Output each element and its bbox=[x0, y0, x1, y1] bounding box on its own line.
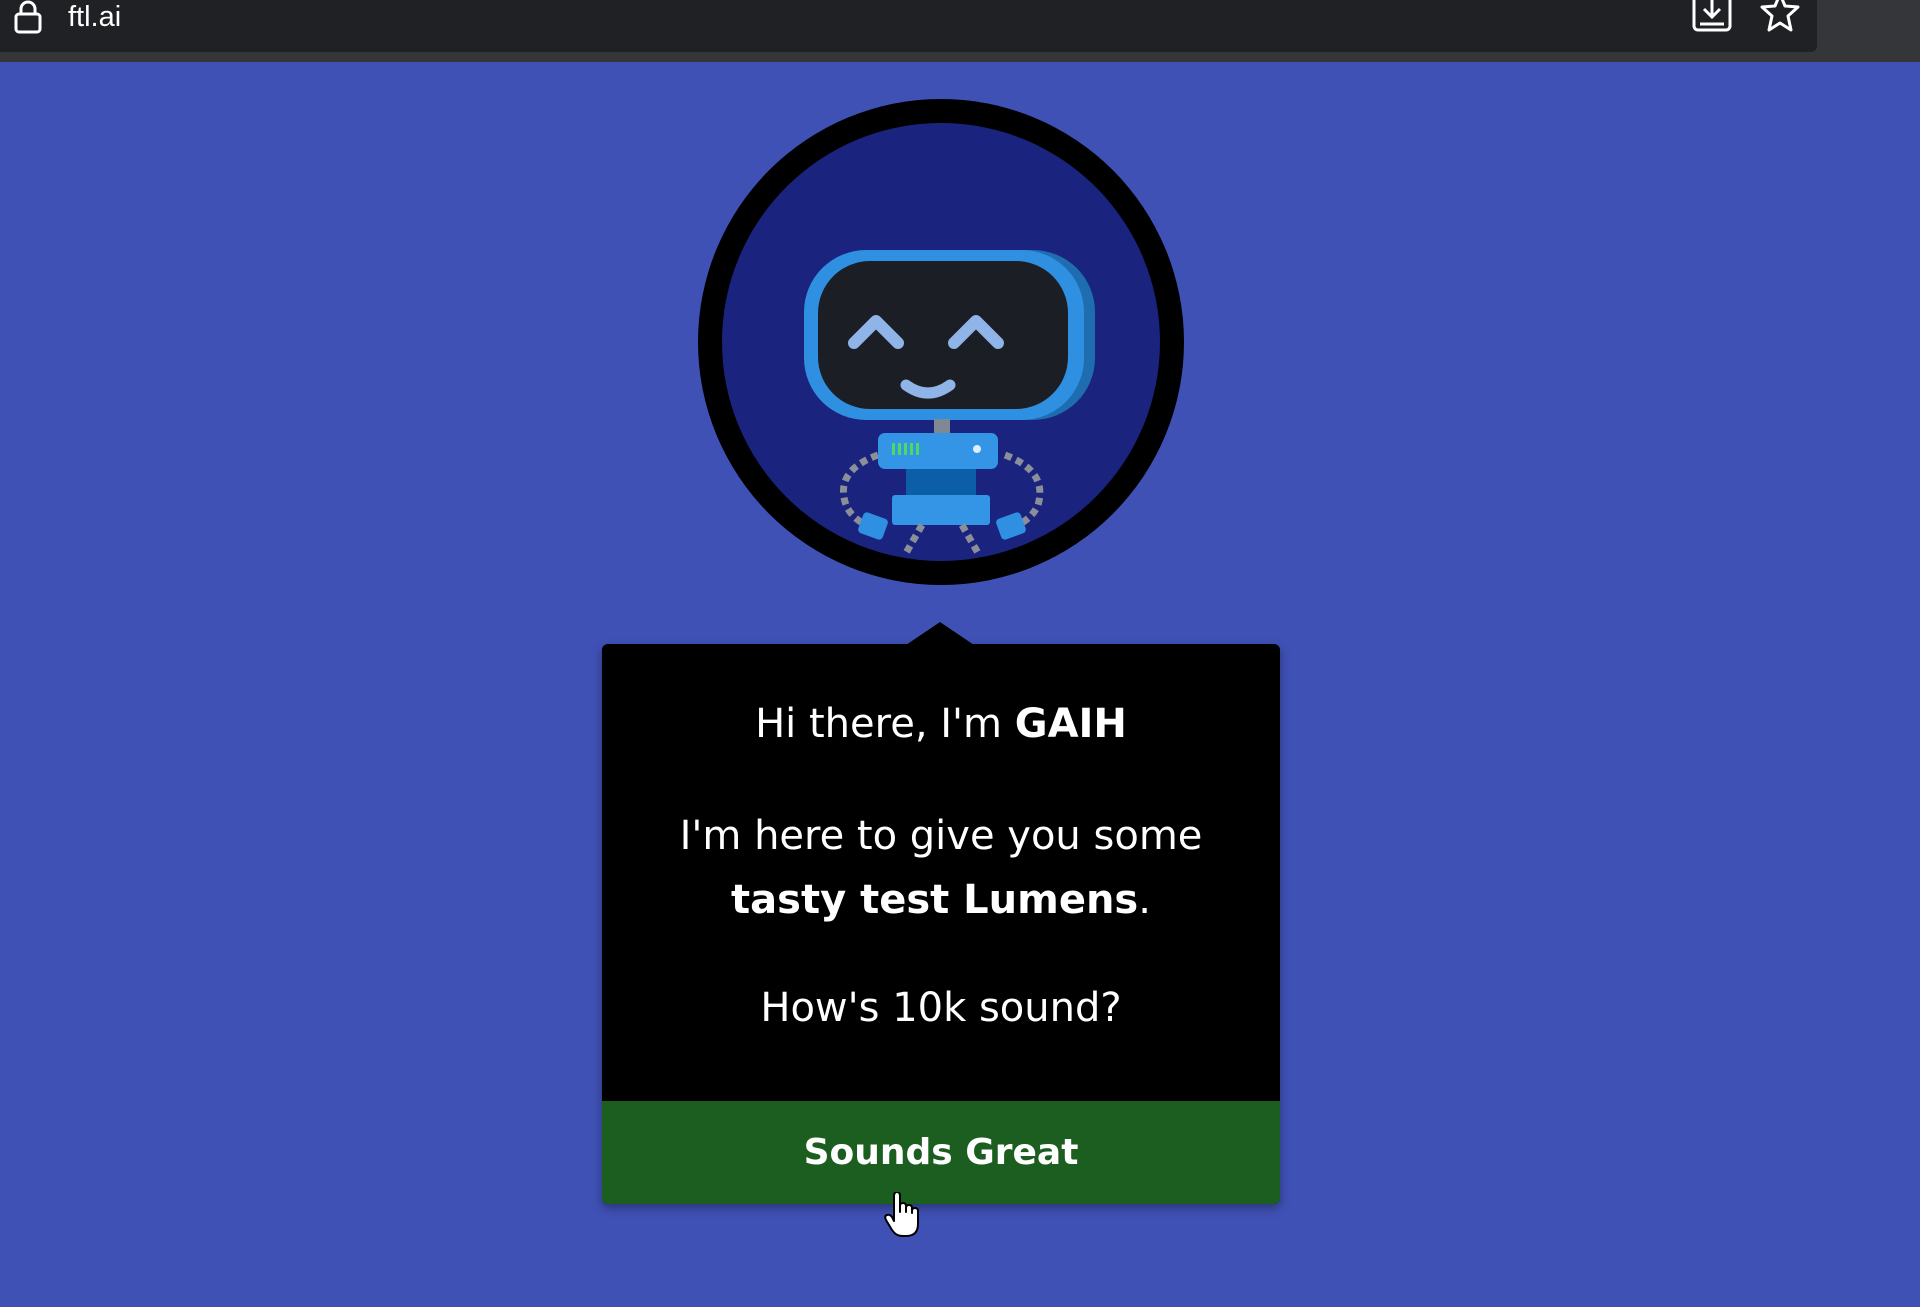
greeting-prefix: Hi there, I'm bbox=[755, 701, 1015, 747]
bookmark-star-icon[interactable] bbox=[1760, 0, 1800, 34]
offer-text: I'm here to give you some tasty test Lume… bbox=[602, 804, 1280, 932]
greeting-text: Hi there, I'm GAIH bbox=[602, 692, 1280, 756]
avatar bbox=[698, 99, 1184, 585]
offer-suffix: . bbox=[1138, 877, 1151, 923]
bot-name: GAIH bbox=[1014, 701, 1127, 747]
address-bar[interactable]: ftl.ai bbox=[0, 0, 1817, 52]
avatar-background bbox=[722, 123, 1160, 561]
sounds-great-button[interactable]: Sounds Great bbox=[602, 1101, 1280, 1204]
offer-highlight: tasty test Lumens bbox=[731, 877, 1139, 923]
card-pointer bbox=[906, 622, 974, 645]
offer-line: I'm here to give you some bbox=[679, 813, 1203, 859]
url-text[interactable]: ftl.ai bbox=[68, 0, 121, 34]
install-app-icon[interactable] bbox=[1692, 0, 1732, 34]
welcome-card: Hi there, I'm GAIH I'm here to give you … bbox=[602, 644, 1280, 1204]
question-text: How's 10k sound? bbox=[760, 985, 1122, 1031]
browser-toolbar: ftl.ai bbox=[0, 0, 1920, 62]
lock-icon[interactable] bbox=[12, 0, 44, 34]
hand-cursor-icon bbox=[884, 1192, 919, 1237]
robot-avatar-icon bbox=[804, 250, 1095, 555]
